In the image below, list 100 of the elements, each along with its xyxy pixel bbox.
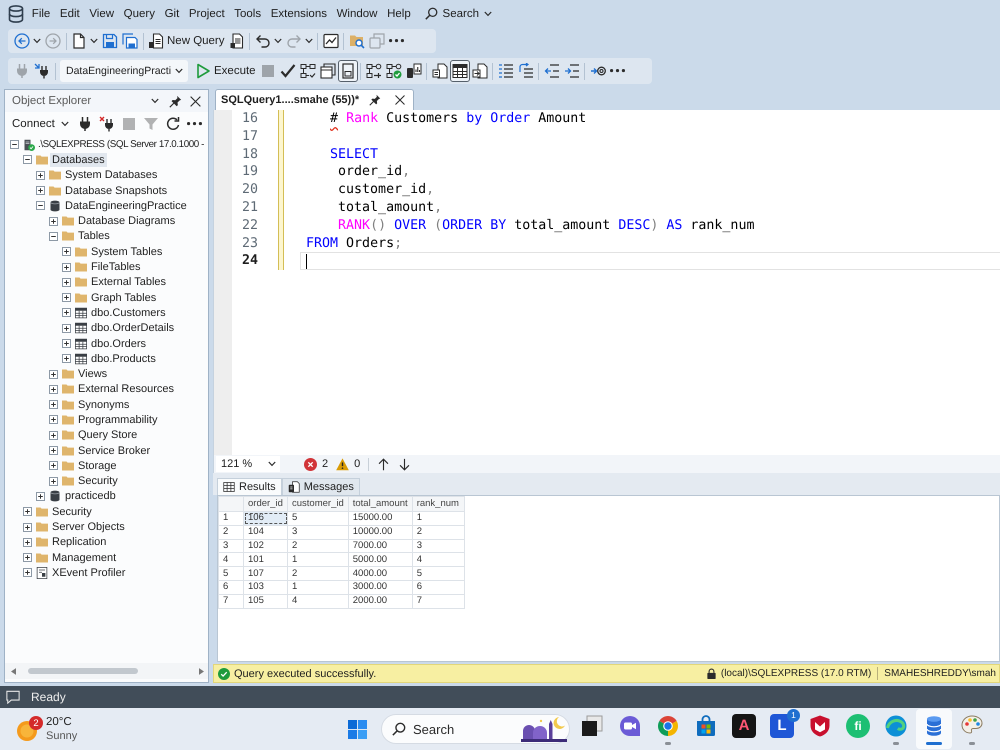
expand-icon[interactable]	[49, 370, 58, 379]
expand-icon[interactable]	[62, 324, 71, 333]
tree-item[interactable]: Views	[76, 367, 110, 382]
tree-item[interactable]: Database Diagrams	[76, 214, 178, 228]
taskbar-app-button[interactable]: A	[726, 709, 762, 749]
collapse-icon[interactable]	[23, 155, 32, 164]
tree-item[interactable]: Replication	[50, 535, 108, 550]
expand-icon[interactable]	[36, 492, 45, 501]
tree-item[interactable]: Security	[76, 474, 120, 488]
tree-item[interactable]: dbo.Orders	[89, 336, 148, 350]
tree-item[interactable]: Service Broker	[76, 444, 152, 458]
errors-filter-button[interactable]: 2	[300, 456, 332, 472]
tree-item[interactable]: Graph Tables	[89, 290, 158, 305]
document-tab[interactable]: SQLQuery1....smahe (55))*	[215, 89, 414, 110]
weather-widget[interactable]: 2 20°C Sunny	[15, 710, 105, 748]
tree-item[interactable]: dbo.Products	[89, 352, 158, 366]
expand-icon[interactable]	[23, 568, 32, 578]
expand-icon[interactable]	[23, 522, 32, 532]
grid-cell: 6	[412, 580, 464, 594]
expand-icon[interactable]	[23, 553, 32, 562]
column-header[interactable]: order_id	[244, 496, 288, 512]
tree-item[interactable]: FileTables	[89, 260, 143, 274]
menu-item[interactable]: Project	[184, 2, 230, 24]
code-editor[interactable]: 16 # Rank Customers by Order Amount 17 18 SELECT 19 order_id, 20 customer_id, 21 total_amount, 22 RANK() OVER (ORDER BY total_amount DESC) AS rank_num 23 FROM Orders; 24	[213, 110, 1000, 455]
search-input[interactable]: Search	[413, 722, 503, 736]
taskbar-search-box[interactable]: Search	[381, 714, 570, 744]
horizontal-scrollbar[interactable]	[5, 663, 208, 679]
database-dropdown[interactable]: DataEngineeringPracti	[60, 60, 188, 82]
expand-icon[interactable]	[49, 446, 58, 456]
tree-item[interactable]: External Resources	[76, 382, 176, 396]
menu-item[interactable]: Tools	[229, 2, 266, 24]
expand-icon[interactable]	[49, 461, 58, 470]
tree-item[interactable]: practicedb	[63, 489, 118, 504]
menu-item[interactable]: Edit	[55, 2, 85, 24]
expand-icon[interactable]	[49, 476, 58, 486]
menu-item[interactable]: View	[84, 2, 119, 24]
menu-item[interactable]: Git	[160, 2, 184, 24]
user-name: SMAHESHREDDY\smah	[884, 668, 996, 679]
menu-item[interactable]: Query	[118, 2, 160, 24]
menu-item[interactable]: File	[27, 2, 56, 24]
tree-item[interactable]: Databases	[50, 152, 107, 167]
collapse-icon[interactable]	[49, 232, 58, 241]
expand-icon[interactable]	[62, 278, 71, 287]
tree-item[interactable]: .\SQLEXPRESS (SQL Server 17.0.1000 -	[37, 138, 206, 152]
tree-item[interactable]: Server Objects	[50, 520, 127, 534]
execute-button[interactable]: Execute	[193, 60, 258, 82]
tree-item[interactable]: Tables	[76, 229, 112, 244]
tree-item[interactable]: External Tables	[89, 275, 168, 290]
expand-icon[interactable]	[23, 507, 32, 516]
collapse-icon[interactable]	[10, 140, 19, 150]
expand-icon[interactable]	[49, 400, 58, 410]
tree-item[interactable]: Programmability	[76, 412, 160, 427]
tree-item[interactable]: Management	[50, 550, 118, 565]
expand-icon[interactable]	[62, 247, 71, 256]
grid-cell: 104	[244, 525, 288, 540]
zoom-dropdown[interactable]: 121 %	[216, 456, 280, 472]
left-arrow-icon[interactable]	[11, 668, 16, 674]
taskbar-app-button[interactable]: L 1	[764, 709, 800, 749]
menu-item[interactable]: Help	[382, 2, 416, 24]
warnings-filter-button[interactable]: 0	[332, 456, 364, 472]
results-to-grid-button[interactable]	[450, 60, 470, 82]
connect-button[interactable]: Connect	[9, 114, 72, 134]
expand-icon[interactable]	[36, 170, 45, 180]
menu-item[interactable]: Window	[332, 2, 382, 24]
expand-icon[interactable]	[23, 538, 32, 547]
collapse-icon[interactable]	[36, 201, 45, 210]
expand-icon[interactable]	[49, 430, 58, 440]
expand-icon[interactable]	[62, 293, 71, 302]
tree-item[interactable]: dbo.Customers	[89, 306, 168, 320]
expand-icon[interactable]	[62, 354, 71, 364]
expand-icon[interactable]	[49, 415, 58, 424]
right-arrow-icon[interactable]	[199, 668, 204, 674]
scrollbar-thumb[interactable]	[28, 668, 138, 674]
new-query-button[interactable]: New Query	[146, 30, 227, 52]
search-button[interactable]: Search	[420, 2, 497, 24]
expand-icon[interactable]	[49, 384, 58, 394]
tree-item[interactable]: System Tables	[89, 244, 164, 259]
intellisense-button[interactable]	[338, 60, 358, 82]
tree-item[interactable]: dbo.OrderDetails	[89, 321, 176, 336]
column-header[interactable]: rank_num	[412, 496, 464, 512]
column-header[interactable]: total_amount	[348, 496, 412, 512]
results-tab[interactable]: Messages	[282, 478, 360, 495]
results-tab[interactable]: Results	[217, 478, 282, 495]
expand-icon[interactable]	[62, 339, 71, 348]
tree-item[interactable]: Security	[50, 504, 94, 519]
expand-icon[interactable]	[36, 186, 45, 196]
expand-icon[interactable]	[62, 262, 71, 272]
column-header[interactable]: customer_id	[288, 496, 348, 512]
expand-icon[interactable]	[49, 216, 58, 226]
tree-item[interactable]: Storage	[76, 458, 119, 473]
tree-item[interactable]: Database Snapshots	[63, 184, 170, 198]
expand-icon[interactable]	[62, 308, 71, 318]
caret-icon	[484, 10, 492, 18]
tree-item[interactable]: XEvent Profiler	[50, 566, 128, 580]
tree-item[interactable]: System Databases	[63, 168, 160, 182]
menu-item[interactable]: Extensions	[266, 2, 332, 24]
tree-item[interactable]: DataEngineeringPractice	[63, 198, 189, 213]
tree-item[interactable]: Synonyms	[76, 398, 132, 412]
shopping-bag-icon	[694, 714, 718, 738]
tree-item[interactable]: Query Store	[76, 428, 140, 442]
